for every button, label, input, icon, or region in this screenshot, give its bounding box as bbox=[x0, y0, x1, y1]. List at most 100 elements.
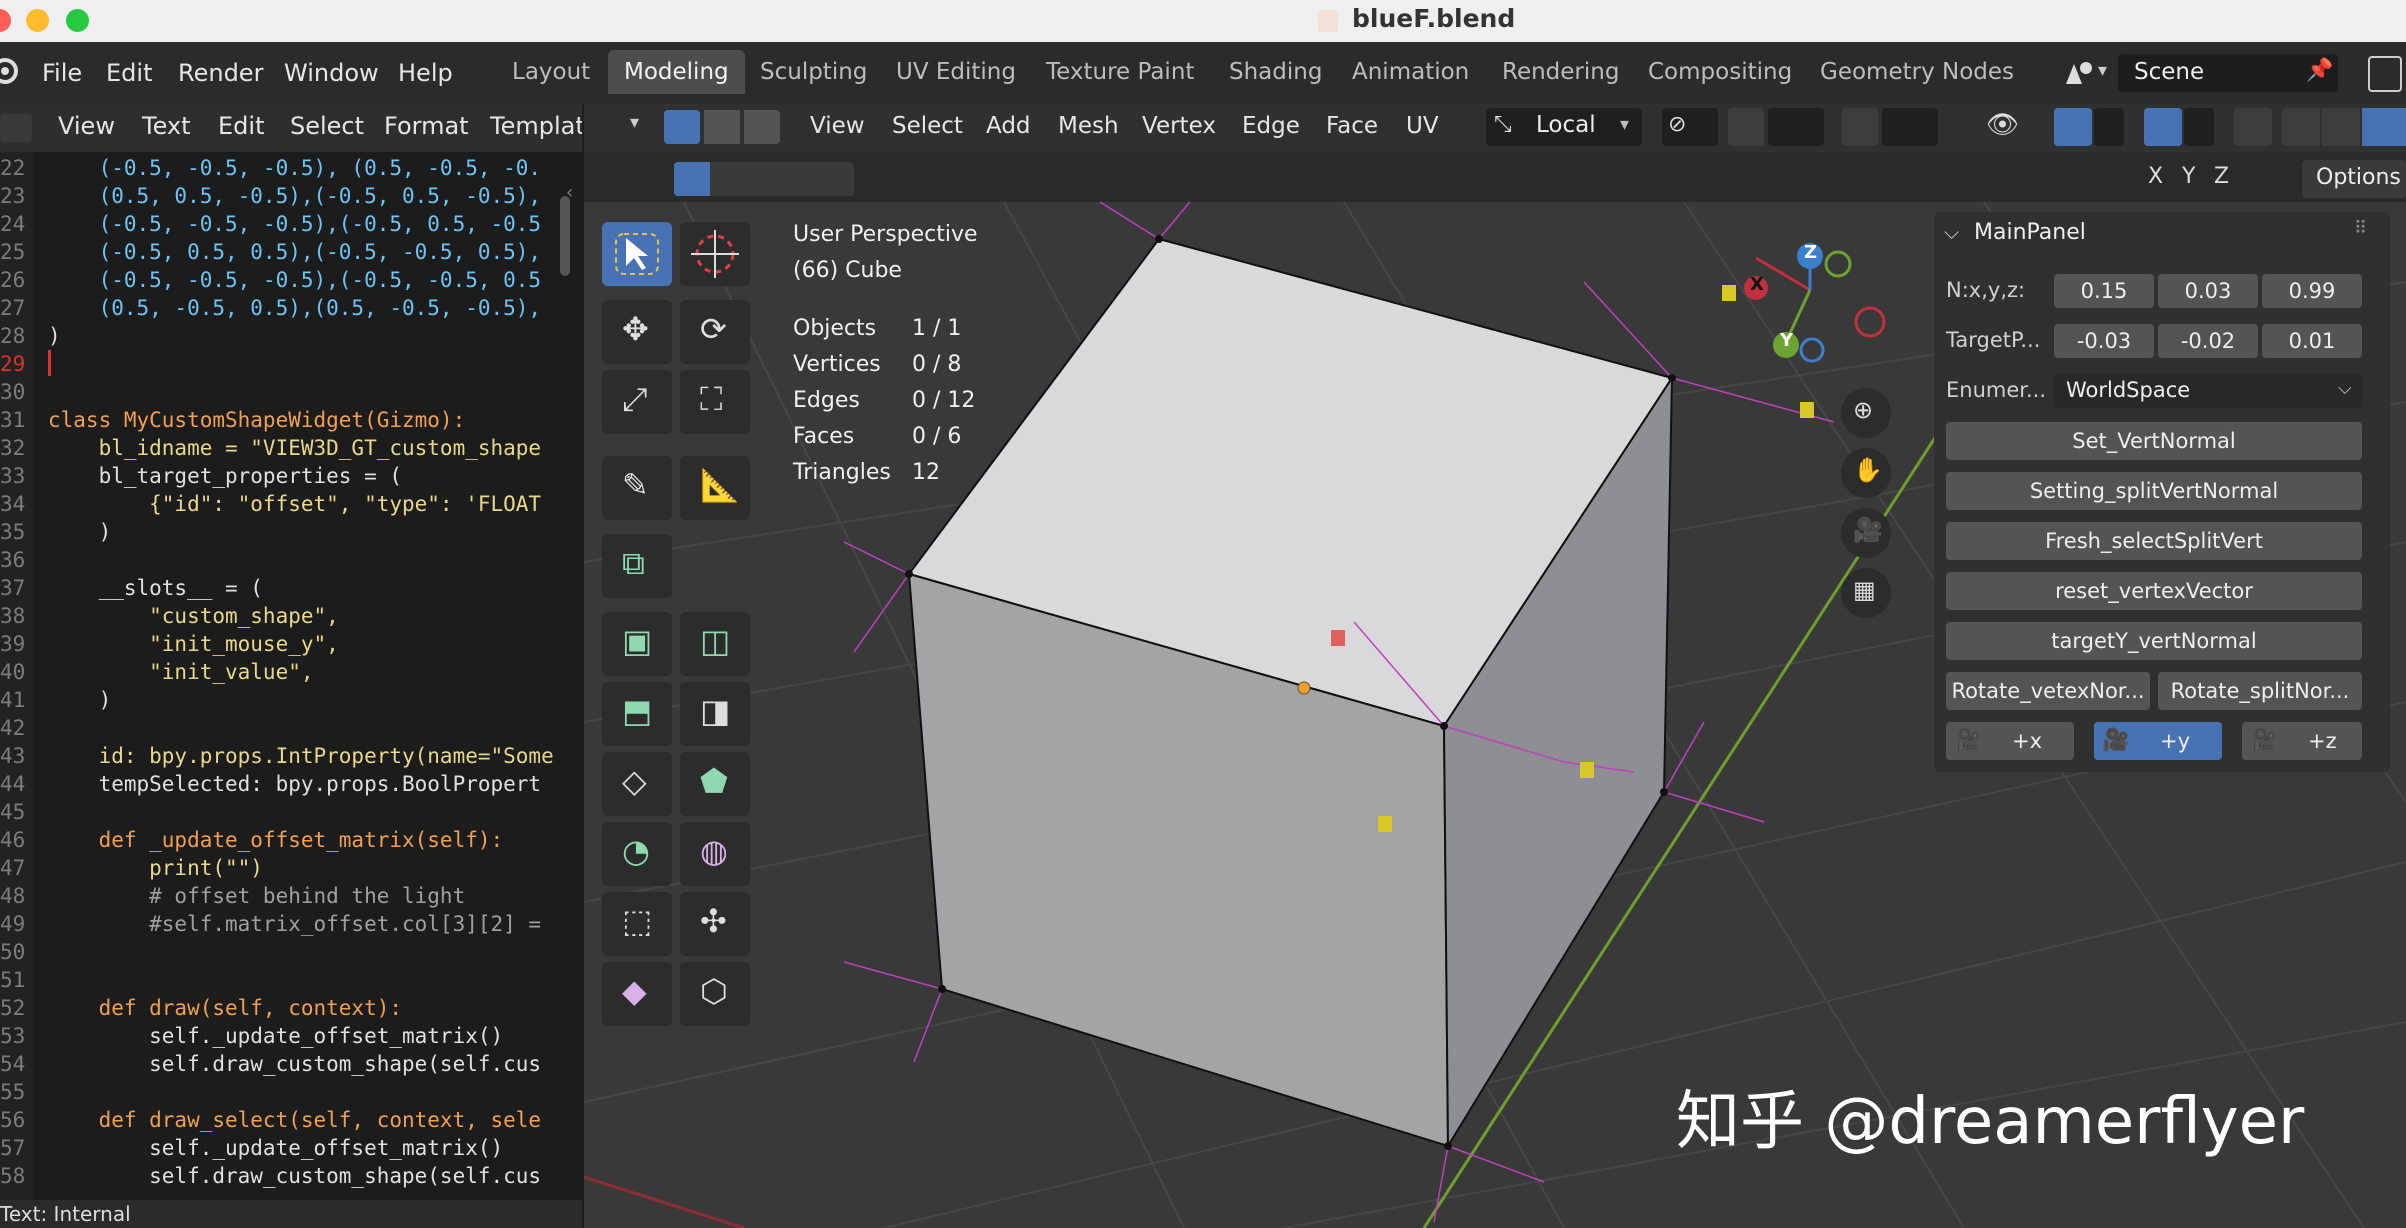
mirror-z-toggle[interactable]: Z bbox=[2214, 164, 2229, 189]
fresh-select-split-vert-button[interactable]: Fresh_selectSplitVert bbox=[1946, 522, 2362, 560]
gizmo-toggle-icon[interactable] bbox=[2054, 108, 2092, 146]
target-x-field[interactable]: -0.03 bbox=[2054, 324, 2154, 358]
material-preview-shading-icon[interactable] bbox=[2362, 108, 2406, 146]
blender-logo-icon[interactable] bbox=[0, 56, 20, 86]
tab-rendering[interactable]: Rendering bbox=[1486, 50, 1635, 94]
editor-menu-format[interactable]: Format bbox=[384, 112, 469, 140]
solid-shading-icon[interactable] bbox=[2322, 108, 2360, 146]
tab-shading[interactable]: Shading bbox=[1213, 50, 1338, 94]
shear-tool-icon[interactable]: ◆ bbox=[602, 962, 672, 1026]
menu-file[interactable]: File bbox=[42, 59, 82, 87]
target-y-vert-normal-button[interactable]: targetY_vertNormal bbox=[1946, 622, 2362, 660]
tab-sculpting[interactable]: Sculpting bbox=[744, 50, 883, 94]
perspective-grid-icon[interactable]: ▦ bbox=[1841, 568, 1891, 618]
close-window-button[interactable] bbox=[0, 9, 11, 32]
mode-dropdown-icon[interactable]: ▾ bbox=[630, 112, 639, 133]
normal-x-field[interactable]: 0.15 bbox=[2054, 274, 2154, 308]
proportional-editing-icon[interactable] bbox=[1842, 108, 1878, 146]
collapse-sidebar-icon[interactable]: ‹ bbox=[566, 182, 573, 203]
snap-icon[interactable] bbox=[1728, 108, 1764, 146]
edge-select-mode-icon[interactable] bbox=[704, 110, 740, 144]
viewport-menu-view[interactable]: View bbox=[810, 113, 865, 139]
normal-z-field[interactable]: 0.99 bbox=[2262, 274, 2362, 308]
target-y-field[interactable]: -0.02 bbox=[2158, 324, 2258, 358]
rotate-split-normal-button[interactable]: Rotate_splitNor... bbox=[2158, 672, 2362, 710]
cube-mesh[interactable] bbox=[907, 237, 1674, 1150]
zoom-window-button[interactable] bbox=[66, 9, 89, 32]
falloff-dropdown[interactable] bbox=[1882, 108, 1938, 146]
menu-edit[interactable]: Edit bbox=[106, 59, 152, 87]
rip-region-tool-icon[interactable]: ⬡ bbox=[680, 962, 750, 1026]
select-invert-icon[interactable] bbox=[784, 162, 818, 196]
edge-slide-tool-icon[interactable]: ⬚ bbox=[602, 892, 672, 956]
vertex-select-mode-icon[interactable] bbox=[664, 110, 700, 144]
zoom-icon[interactable]: ⊕ bbox=[1841, 388, 1891, 438]
editor-menu-text[interactable]: Text bbox=[142, 112, 191, 140]
inset-tool-icon[interactable]: ◫ bbox=[680, 612, 750, 676]
visibility-dropdown[interactable]: 👁 bbox=[1980, 108, 2036, 146]
transform-tool-icon[interactable]: ⛶ bbox=[680, 370, 750, 434]
smooth-tool-icon[interactable]: ◍ bbox=[680, 822, 750, 886]
pan-hand-icon[interactable]: ✋ bbox=[1841, 448, 1891, 498]
xray-toggle-icon[interactable] bbox=[2234, 108, 2272, 146]
scene-icon[interactable] bbox=[2060, 56, 2096, 90]
snap-target-dropdown[interactable] bbox=[1768, 108, 1824, 146]
viewport-menu-edge[interactable]: Edge bbox=[1242, 113, 1300, 139]
select-new-icon[interactable] bbox=[674, 162, 710, 196]
camera-plus-y-button[interactable]: 🎥 +y bbox=[2094, 722, 2222, 760]
select-extend-icon[interactable] bbox=[712, 162, 746, 196]
select-box-tool-icon[interactable] bbox=[602, 222, 672, 286]
tab-compositing[interactable]: Compositing bbox=[1632, 50, 1808, 94]
mirror-y-toggle[interactable]: Y bbox=[2182, 164, 2195, 189]
target-z-field[interactable]: 0.01 bbox=[2262, 324, 2362, 358]
annotate-tool-icon[interactable]: ✎ bbox=[602, 456, 672, 520]
editor-menu-view[interactable]: View bbox=[58, 112, 115, 140]
editor-menu-select[interactable]: Select bbox=[290, 112, 364, 140]
spin-tool-icon[interactable]: ◔ bbox=[602, 822, 672, 886]
viewport-menu-face[interactable]: Face bbox=[1326, 113, 1378, 139]
viewport-menu-vertex[interactable]: Vertex bbox=[1142, 113, 1216, 139]
camera-plus-x-button[interactable]: 🎥 +x bbox=[1946, 722, 2074, 760]
enum-dropdown[interactable]: WorldSpace ⌵ bbox=[2054, 374, 2362, 408]
shrink-fatten-tool-icon[interactable]: ✣ bbox=[680, 892, 750, 956]
viewport-menu-add[interactable]: Add bbox=[986, 113, 1031, 139]
overlay-toggle-icon[interactable] bbox=[2144, 108, 2182, 146]
mirror-x-toggle[interactable]: X bbox=[2148, 164, 2163, 189]
measure-tool-icon[interactable]: 📐 bbox=[680, 456, 750, 520]
normal-y-field[interactable]: 0.03 bbox=[2158, 274, 2258, 308]
editor-type-icon[interactable] bbox=[0, 114, 32, 142]
transform-orientation-dropdown[interactable]: ⤡ Local ▾ bbox=[1486, 108, 1642, 146]
overlay-dropdown[interactable] bbox=[2184, 108, 2214, 146]
rotate-tool-icon[interactable]: ⟳ bbox=[680, 300, 750, 364]
panel-collapse-icon[interactable]: ⌵ bbox=[1944, 220, 1959, 244]
menu-render[interactable]: Render bbox=[178, 59, 263, 87]
tab-modeling[interactable]: Modeling bbox=[608, 50, 745, 94]
camera-plus-z-button[interactable]: 🎥 +z bbox=[2242, 722, 2362, 760]
options-dropdown[interactable]: Options bbox=[2302, 160, 2406, 198]
tab-uv-editing[interactable]: UV Editing bbox=[880, 50, 1032, 94]
select-subtract-icon[interactable] bbox=[748, 162, 782, 196]
bevel-tool-icon[interactable]: ⬒ bbox=[602, 682, 672, 746]
drag-handle-icon[interactable]: ⠿ bbox=[2354, 218, 2367, 239]
setting-split-vert-normal-button[interactable]: Setting_splitVertNormal bbox=[1946, 472, 2362, 510]
tab-geometry-nodes[interactable]: Geometry Nodes bbox=[1804, 50, 2030, 94]
cursor-tool-icon[interactable] bbox=[680, 222, 750, 286]
text-editor-body[interactable]: 22 23 24 25 26 27 28 29 30 31 32 33 34 35 36 37 38 39 40 41… bbox=[0, 152, 582, 1202]
mirror-icon[interactable] bbox=[2098, 162, 2134, 196]
tab-layout[interactable]: Layout bbox=[496, 50, 606, 94]
camera-view-icon[interactable]: 🎥 bbox=[1841, 508, 1891, 558]
tab-texture-paint[interactable]: Texture Paint bbox=[1030, 50, 1210, 94]
face-select-mode-icon[interactable] bbox=[744, 110, 780, 144]
menu-help[interactable]: Help bbox=[398, 59, 453, 87]
gizmo-dropdown[interactable] bbox=[2094, 108, 2124, 146]
editor-menu-template[interactable]: Template bbox=[490, 112, 582, 140]
viewport-menu-mesh[interactable]: Mesh bbox=[1058, 113, 1119, 139]
auto-merge-icon[interactable] bbox=[2250, 162, 2284, 196]
rotate-vertex-normal-button[interactable]: Rotate_vetexNor... bbox=[1946, 672, 2150, 710]
scene-dropdown-icon[interactable]: ▾ bbox=[2098, 60, 2107, 81]
scene-field[interactable]: Scene 📌 bbox=[2118, 54, 2338, 92]
wireframe-shading-icon[interactable] bbox=[2282, 108, 2320, 146]
pin-icon[interactable]: 📌 bbox=[2306, 58, 2333, 83]
pivot-point-dropdown[interactable]: ⊘ bbox=[1662, 108, 1718, 146]
viewport-menu-uv[interactable]: UV bbox=[1406, 113, 1439, 139]
